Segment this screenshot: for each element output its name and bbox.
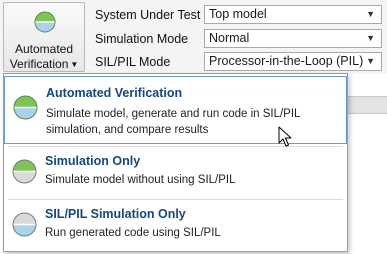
simulation-mode-value: Normal (209, 31, 250, 45)
toolstrip: Automated Verification ▼ System Under Tes… (0, 0, 387, 74)
dropdown-arrow-icon: ▼ (366, 56, 375, 66)
half-green-half-blue-circle-icon (34, 11, 56, 33)
menu-item-description: Run generated code using SIL/PIL (45, 227, 221, 239)
menu-separator (8, 146, 343, 147)
menu-item-sil-pil-simulation-only[interactable]: SIL/PIL Simulation Only Run generated co… (4, 201, 347, 251)
menu-item-automated-verification[interactable]: Automated Verification Simulate model, g… (4, 76, 347, 144)
verification-mode-menu: Automated Verification Simulate model, g… (3, 73, 348, 252)
menu-separator (8, 199, 343, 200)
mouse-pointer-icon (278, 126, 292, 147)
menu-item-simulation-only[interactable]: Simulation Only Simulate model without u… (4, 148, 347, 198)
dropdown-arrow-icon: ▼ (366, 9, 375, 19)
sil-pil-mode-dropdown[interactable]: Processor-in-the-Loop (PIL) ▼ (204, 52, 382, 71)
simulation-mode-dropdown[interactable]: Normal ▼ (204, 29, 382, 48)
mode-button-label-line2: Verification ▼ (9, 57, 79, 71)
menu-item-title: Simulation Only (45, 154, 141, 168)
system-under-test-label: System Under Test (95, 8, 201, 22)
dropdown-arrow-icon: ▼ (366, 33, 375, 43)
menu-item-description: Simulate model, generate and run code in… (46, 108, 301, 136)
green-over-blue-circle-icon (13, 95, 38, 120)
menu-item-title: Automated Verification (46, 86, 183, 100)
sil-pil-mode-label: SIL/PIL Mode (95, 55, 171, 69)
system-under-test-value: Top model (209, 7, 267, 21)
menu-item-description: Simulate model without using SIL/PIL (45, 174, 236, 186)
automated-verification-mode-button[interactable]: Automated Verification ▼ (3, 2, 85, 72)
mode-button-label-line1: Automated (14, 42, 74, 56)
chevron-down-icon: ▼ (70, 60, 79, 69)
simulation-mode-label: Simulation Mode (95, 32, 189, 46)
system-under-test-dropdown[interactable]: Top model ▼ (204, 5, 382, 24)
gray-over-blue-circle-icon (12, 212, 37, 237)
green-over-gray-circle-icon (12, 159, 37, 184)
sil-pil-mode-value: Processor-in-the-Loop (PIL) (209, 54, 364, 68)
menu-item-title: SIL/PIL Simulation Only (45, 207, 186, 221)
